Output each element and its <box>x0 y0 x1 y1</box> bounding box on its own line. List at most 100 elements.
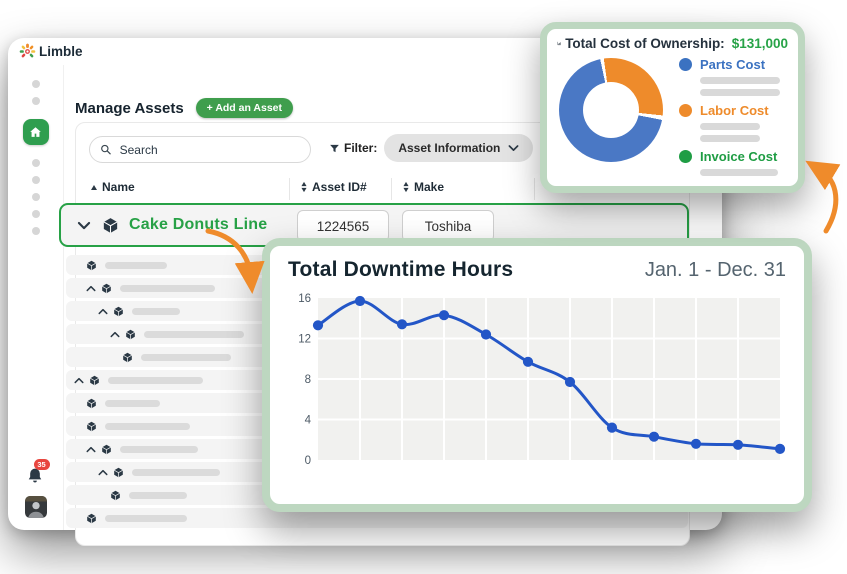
downtime-period: Jan. 1 - Dec. 31 <box>644 259 786 281</box>
legend-label: Labor Cost <box>700 103 769 118</box>
home-icon <box>30 126 41 137</box>
downtime-line-chart: 0 4 8 12 16 <box>298 293 786 467</box>
skeleton-text <box>132 307 180 315</box>
skeleton-text <box>141 353 231 361</box>
filter-dropdown[interactable]: Asset Information <box>384 134 534 162</box>
total-cost-value: $131,000 <box>731 36 788 51</box>
notifications-button[interactable]: 35 <box>25 459 50 488</box>
sidebar-skeleton-item[interactable] <box>31 176 40 184</box>
chevron-up-icon[interactable] <box>98 469 108 476</box>
asset-cube-icon <box>90 375 99 385</box>
filter-label: Filter: <box>329 141 377 155</box>
legend-dot <box>679 104 692 117</box>
svg-text:4: 4 <box>305 415 312 427</box>
skeleton-text <box>700 123 760 130</box>
notification-badge: 35 <box>33 459 50 470</box>
bar-chart-icon <box>557 41 561 46</box>
skeleton-text <box>120 445 198 453</box>
sidebar-nav: 35 <box>8 65 64 530</box>
asset-name[interactable]: Cake Donuts Line <box>129 216 267 234</box>
sidebar-skeleton-items <box>31 150 40 244</box>
asset-cube-icon <box>102 283 111 293</box>
legend-item: Parts Cost <box>679 57 780 96</box>
sidebar-skeleton-item[interactable] <box>31 159 40 167</box>
chevron-up-icon[interactable] <box>86 285 96 292</box>
column-header-asset-id[interactable]: Asset ID# <box>301 180 367 194</box>
sidebar-skeleton-items <box>31 71 40 114</box>
search-input[interactable] <box>117 141 300 158</box>
brand-logo[interactable]: Limble <box>19 43 83 60</box>
cost-card-title: Total Cost of Ownership: $131,000 <box>557 36 788 51</box>
asset-cube-icon <box>114 467 123 477</box>
search-box[interactable] <box>89 136 311 163</box>
brand-name: Limble <box>39 44 83 59</box>
skeleton-text <box>700 77 780 84</box>
legend-label: Invoice Cost <box>700 149 778 164</box>
asset-cube-icon <box>87 513 96 523</box>
page-header: Manage Assets + Add an Asset <box>75 98 294 118</box>
sidebar-skeleton-item[interactable] <box>31 227 40 235</box>
cost-legend: Parts Cost Labor Cost Invoice Cost <box>679 56 780 176</box>
downtime-chart: 0 4 8 12 16 <box>288 292 786 475</box>
limble-gear-logo <box>19 43 36 58</box>
filter-group: Filter: Asset Information <box>329 134 534 162</box>
cost-card-body: Parts Cost Labor Cost Invoice Cost <box>557 56 788 176</box>
sort-asc-icon <box>91 184 97 190</box>
chevron-down-icon[interactable] <box>77 221 91 230</box>
sort-both-icon <box>403 182 409 192</box>
skeleton-text <box>105 514 187 522</box>
chevron-up-icon[interactable] <box>110 331 120 338</box>
skeleton-text <box>108 376 203 384</box>
svg-text:12: 12 <box>298 334 311 346</box>
skeleton-text <box>129 491 187 499</box>
skeleton-text <box>700 89 780 96</box>
svg-text:8: 8 <box>305 374 311 386</box>
downtime-title: Total Downtime Hours <box>288 258 514 281</box>
sidebar-item-home[interactable] <box>22 119 49 145</box>
svg-text:0: 0 <box>305 455 311 467</box>
marketing-composite: Limble 35 Manage Assets + Add an Asset S… <box>0 0 847 574</box>
asset-cube-icon <box>103 217 118 233</box>
legend-dot <box>679 58 692 71</box>
downtime-card: Total Downtime Hours Jan. 1 - Dec. 31 0 4… <box>262 238 812 512</box>
funnel-icon <box>330 144 339 152</box>
chevron-down-icon <box>508 145 519 151</box>
column-header-make[interactable]: Make <box>403 180 444 194</box>
sidebar-skeleton-item[interactable] <box>31 80 40 88</box>
skeleton-text <box>120 284 215 292</box>
asset-cube-icon <box>123 352 132 362</box>
sort-both-icon <box>301 182 307 192</box>
legend-item: Labor Cost <box>679 103 780 142</box>
skeleton-text <box>700 135 760 142</box>
svg-text:16: 16 <box>298 293 311 305</box>
skeleton-text <box>700 169 778 176</box>
chevron-up-icon[interactable] <box>98 308 108 315</box>
skeleton-text <box>132 468 220 476</box>
avatar[interactable] <box>24 496 47 518</box>
asset-cube-icon <box>87 398 96 408</box>
skeleton-text <box>105 261 167 269</box>
downtime-header: Total Downtime Hours Jan. 1 - Dec. 31 <box>288 258 786 282</box>
search-icon <box>101 144 111 155</box>
sidebar-bottom: 35 <box>24 459 50 530</box>
sidebar-skeleton-item[interactable] <box>31 193 40 201</box>
add-asset-button[interactable]: + Add an Asset <box>195 98 294 118</box>
legend-dot <box>679 150 692 163</box>
cost-donut-chart <box>559 58 663 162</box>
asset-cube-icon <box>87 421 96 431</box>
chevron-up-icon[interactable] <box>74 377 84 384</box>
page-title: Manage Assets <box>75 99 184 117</box>
asset-cube-icon <box>102 444 111 454</box>
skeleton-text <box>105 422 190 430</box>
asset-cube-icon <box>87 260 96 270</box>
sidebar-skeleton-item[interactable] <box>31 210 40 218</box>
sidebar-skeleton-item[interactable] <box>31 97 40 105</box>
column-header-name[interactable]: Name <box>91 180 135 194</box>
curved-arrow-right <box>805 160 841 234</box>
chevron-up-icon[interactable] <box>86 446 96 453</box>
user-photo <box>24 496 47 518</box>
asset-cube-icon <box>111 490 120 500</box>
skeleton-text <box>105 399 160 407</box>
asset-cube-icon <box>114 306 123 316</box>
asset-cube-icon <box>126 329 135 339</box>
